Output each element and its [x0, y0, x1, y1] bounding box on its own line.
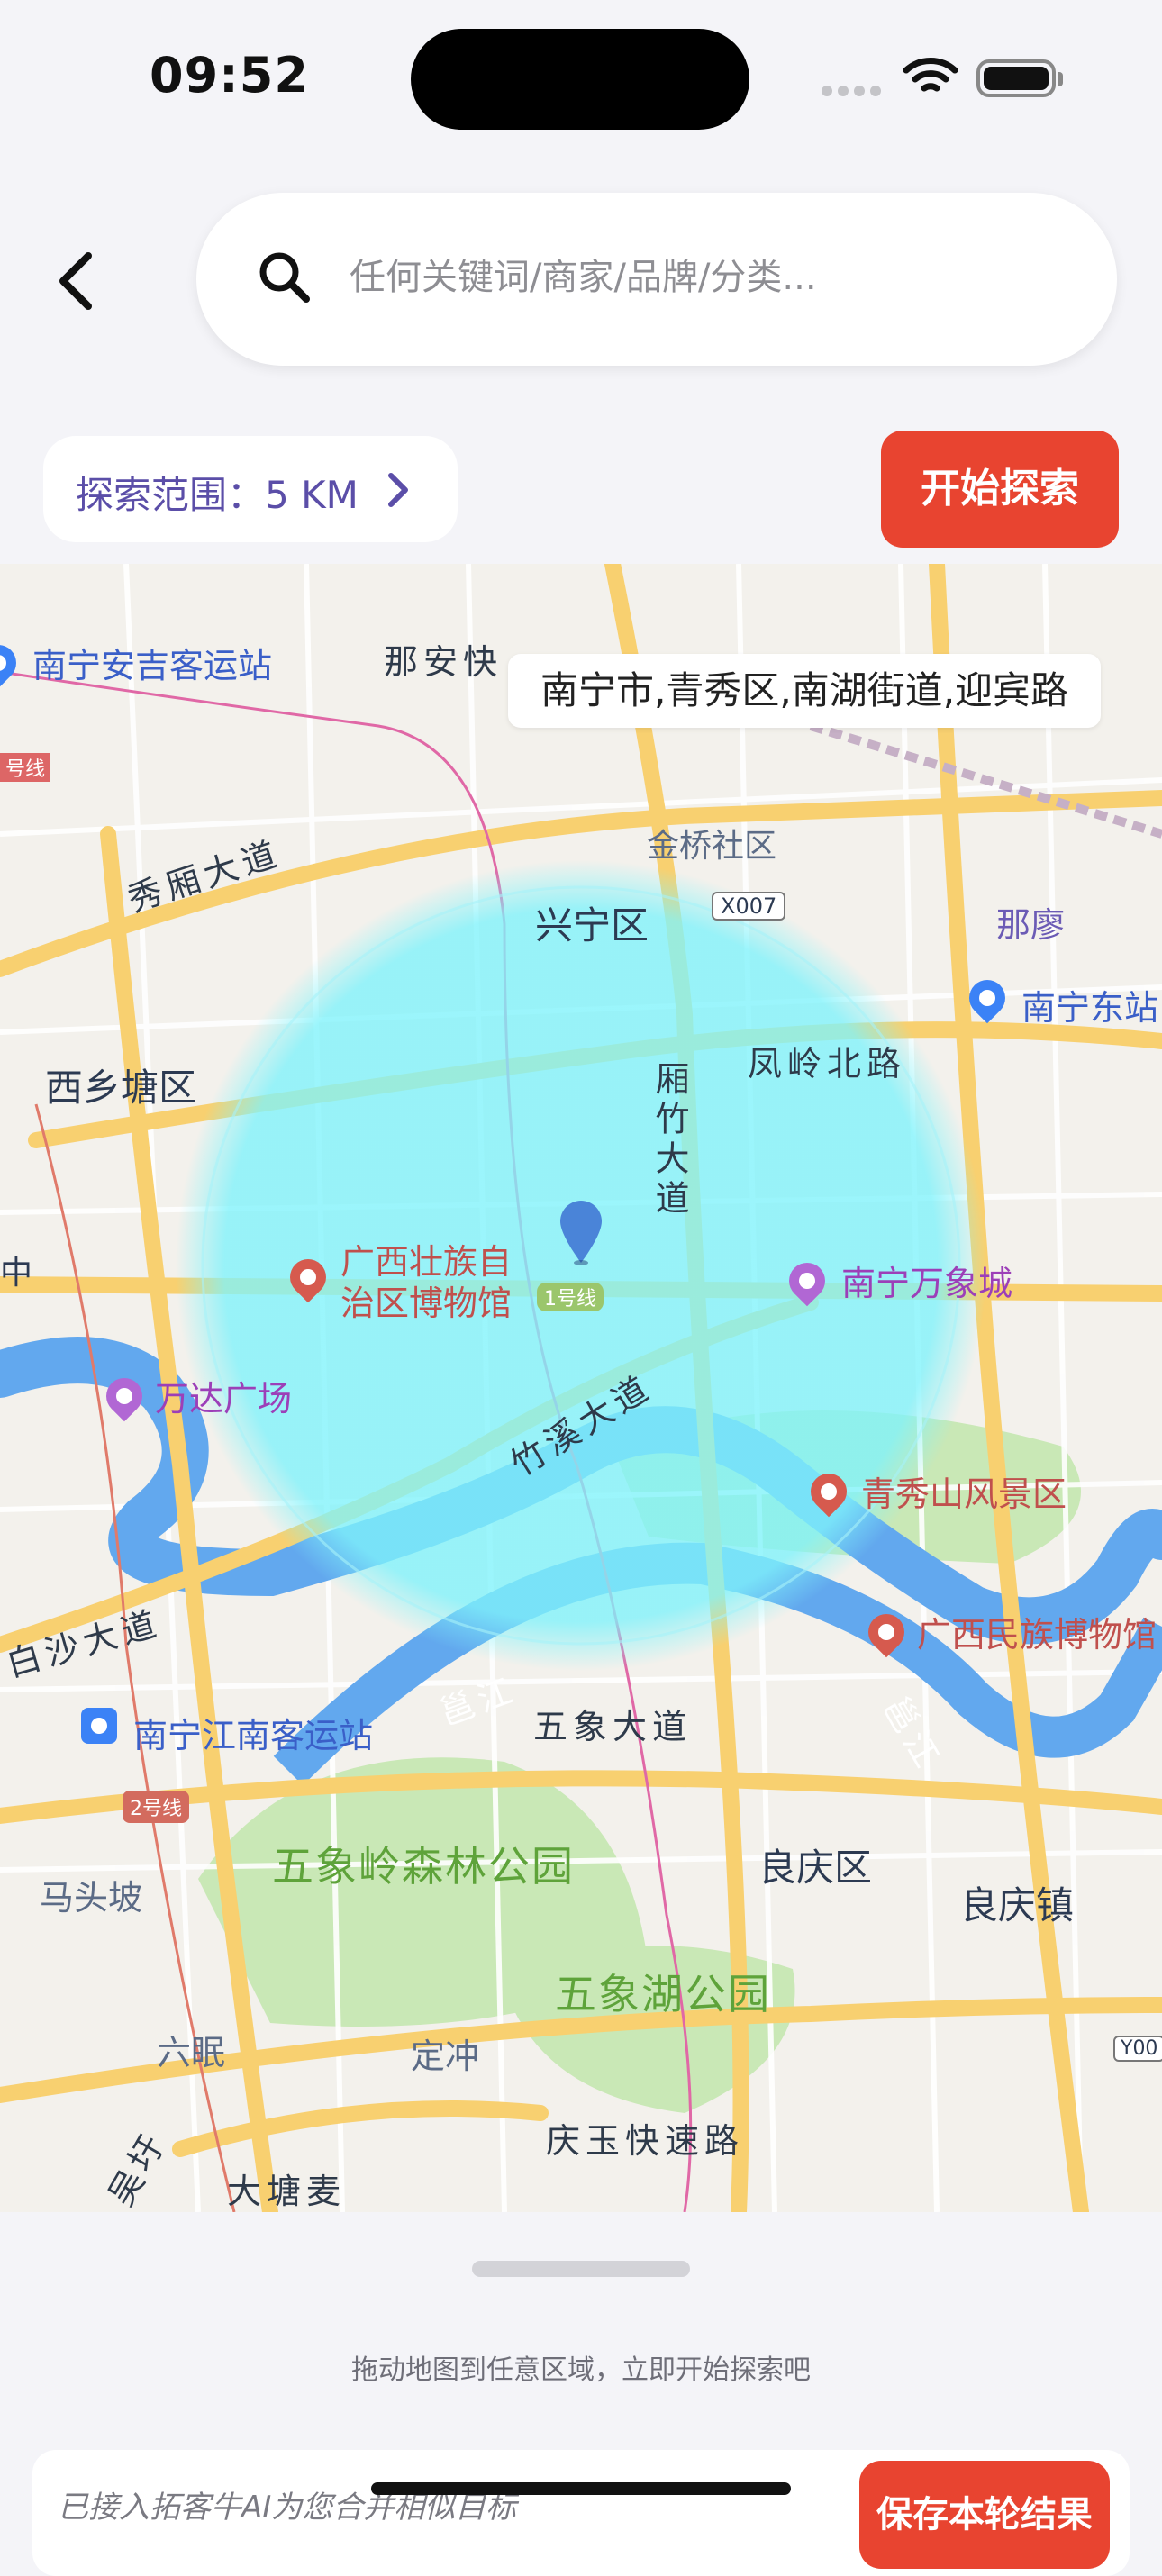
park-wuxiangling[interactable]: 五象岭森林公园 — [272, 1834, 575, 1893]
poi-jiangnan-bus-station[interactable]: 南宁江南客运站 — [133, 1708, 373, 1757]
road-bottom-edge: 大塘麦 — [227, 2172, 347, 2211]
road-wuxiang: 五象大道 — [533, 1707, 693, 1746]
battery-cap — [1058, 72, 1063, 86]
poi-qingxiu-mountain[interactable]: 青秀山风景区 — [861, 1474, 1067, 1515]
bottom-sheet[interactable]: 拖动地图到任意区域，立即开始探索吧 已接入拓客牛AI为您合并相似目标 保存本轮结… — [0, 2212, 1162, 2576]
chevron-right-icon — [388, 473, 408, 507]
map-edge-label: 中 — [0, 1255, 33, 1292]
cellular-signal-icon — [822, 83, 886, 100]
wifi-icon — [903, 56, 958, 101]
metro-badge-edge: 号线 — [0, 753, 51, 782]
district-xixiangtang: 西乡塘区 — [45, 1066, 197, 1110]
road-y00-badge: Y00 — [1113, 2036, 1162, 2062]
result-card: 已接入拓客牛AI为您合并相似目标 保存本轮结果 — [32, 2450, 1130, 2576]
search-range-selector[interactable]: 探索范围：5 KM — [43, 436, 458, 542]
search-icon — [256, 249, 313, 310]
location-pin-icon[interactable] — [558, 1200, 604, 1265]
dynamic-island — [411, 29, 749, 130]
poi-nanning-east-station[interactable]: 南宁东站 — [1021, 980, 1158, 1029]
poi-wanxiang-mall[interactable]: 南宁万象城 — [841, 1263, 1012, 1304]
current-address-label: 南宁市,青秀区,南湖街道,迎宾路 — [508, 654, 1102, 728]
road-qingyu: 庆玉快速路 — [546, 2121, 745, 2161]
save-results-button[interactable]: 保存本轮结果 — [859, 2461, 1110, 2569]
bus-station-2-icon — [81, 1708, 117, 1744]
chevron-left-icon — [59, 252, 92, 310]
road-fengling: 凤岭北路 — [748, 1044, 907, 1084]
district-liangqingzhen: 良庆镇 — [960, 1883, 1075, 1927]
poi-anji-bus-station[interactable]: 南宁安吉客运站 — [32, 638, 272, 687]
district-matoupo: 马头坡 — [40, 1878, 143, 1918]
district-dingchong: 定冲 — [411, 2036, 480, 2076]
poi-minzu-museum[interactable]: 广西民族博物馆 — [917, 1614, 1157, 1655]
status-time: 09:52 — [150, 47, 309, 104]
sheet-grabber[interactable] — [472, 2261, 690, 2277]
search-bar[interactable] — [196, 193, 1117, 366]
district-naliao: 那廖 — [996, 905, 1066, 945]
park-wuxianghu[interactable]: 五象湖公园 — [555, 1962, 771, 2021]
district-liumian: 六眠 — [157, 2033, 226, 2073]
road-x007-badge: X007 — [712, 892, 786, 921]
map-view[interactable]: 南宁安吉客运站 那安快 金桥社区 兴宁区 X007 那廖 南宁东站 秀厢大道 凤… — [0, 564, 1162, 2212]
metro-line-1-badge: 1号线 — [537, 1283, 604, 1311]
road-naan: 那安快 — [384, 642, 504, 682]
district-liangqing: 良庆区 — [758, 1846, 873, 1890]
district-jinqiao: 金桥社区 — [647, 828, 777, 865]
district-xingning: 兴宁区 — [535, 903, 649, 948]
back-button[interactable] — [47, 245, 104, 317]
poi-guangxi-museum[interactable]: 广西壮族自 治区博物馆 — [340, 1241, 512, 1324]
road-yongzhu: 厢竹大道 — [649, 1061, 689, 1220]
search-input[interactable] — [350, 241, 1070, 313]
metro-line-2-badge: 2号线 — [123, 1791, 189, 1823]
sheet-hint-text: 拖动地图到任意区域，立即开始探索吧 — [351, 2354, 811, 2386]
start-explore-button[interactable]: 开始探索 — [881, 431, 1119, 548]
range-label: 探索范围：5 KM — [76, 473, 359, 517]
home-indicator — [371, 2482, 791, 2495]
poi-wanda-plaza[interactable]: 万达广场 — [155, 1378, 292, 1420]
battery-icon — [976, 59, 1056, 97]
